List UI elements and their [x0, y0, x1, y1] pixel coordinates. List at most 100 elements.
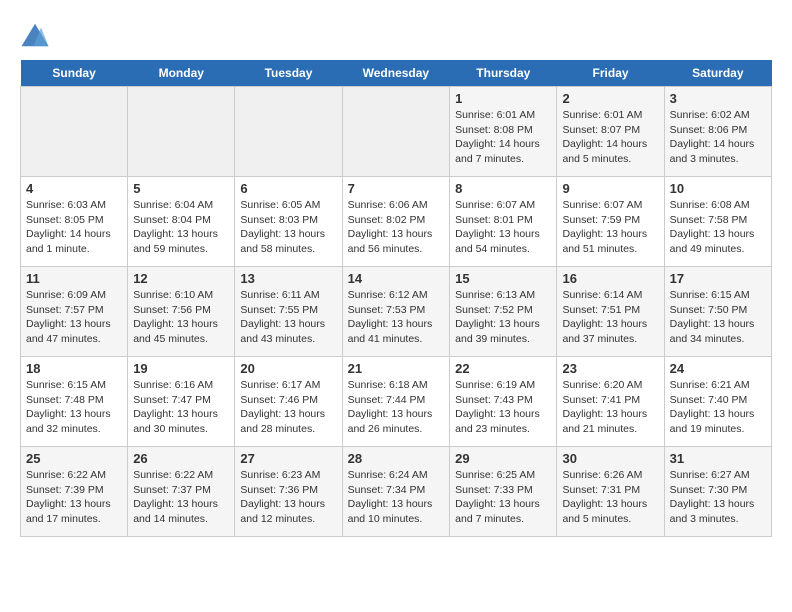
calendar-cell: 10 Sunrise: 6:08 AM Sunset: 7:58 PM Dayli…	[664, 177, 771, 267]
cell-content: Sunrise: 6:25 AM Sunset: 7:33 PM Dayligh…	[455, 468, 551, 527]
calendar-cell: 11 Sunrise: 6:09 AM Sunset: 7:57 PM Dayli…	[21, 267, 128, 357]
cell-content: Sunrise: 6:03 AM Sunset: 8:05 PM Dayligh…	[26, 198, 122, 257]
cell-content: Sunrise: 6:04 AM Sunset: 8:04 PM Dayligh…	[133, 198, 229, 257]
date-number: 17	[670, 271, 766, 286]
cell-content: Sunrise: 6:11 AM Sunset: 7:55 PM Dayligh…	[240, 288, 336, 347]
cell-content: Sunrise: 6:20 AM Sunset: 7:41 PM Dayligh…	[562, 378, 658, 437]
cell-content: Sunrise: 6:08 AM Sunset: 7:58 PM Dayligh…	[670, 198, 766, 257]
date-number: 7	[348, 181, 445, 196]
date-number: 12	[133, 271, 229, 286]
calendar-cell: 25 Sunrise: 6:22 AM Sunset: 7:39 PM Dayli…	[21, 447, 128, 537]
cell-content: Sunrise: 6:23 AM Sunset: 7:36 PM Dayligh…	[240, 468, 336, 527]
cell-content: Sunrise: 6:19 AM Sunset: 7:43 PM Dayligh…	[455, 378, 551, 437]
calendar-cell: 22 Sunrise: 6:19 AM Sunset: 7:43 PM Dayli…	[450, 357, 557, 447]
cell-content: Sunrise: 6:12 AM Sunset: 7:53 PM Dayligh…	[348, 288, 445, 347]
date-number: 30	[562, 451, 658, 466]
calendar-cell: 4 Sunrise: 6:03 AM Sunset: 8:05 PM Daylig…	[21, 177, 128, 267]
cell-content: Sunrise: 6:01 AM Sunset: 8:08 PM Dayligh…	[455, 108, 551, 167]
day-header-wednesday: Wednesday	[342, 60, 450, 87]
date-number: 9	[562, 181, 658, 196]
calendar-cell: 23 Sunrise: 6:20 AM Sunset: 7:41 PM Dayli…	[557, 357, 664, 447]
calendar-cell: 5 Sunrise: 6:04 AM Sunset: 8:04 PM Daylig…	[128, 177, 235, 267]
calendar-cell: 29 Sunrise: 6:25 AM Sunset: 7:33 PM Dayli…	[450, 447, 557, 537]
calendar-cell: 2 Sunrise: 6:01 AM Sunset: 8:07 PM Daylig…	[557, 87, 664, 177]
calendar-cell: 6Sunrise: 6:05 AM Sunset: 8:03 PM Daylig…	[235, 177, 342, 267]
date-number: 23	[562, 361, 658, 376]
calendar-cell	[342, 87, 450, 177]
calendar-cell	[235, 87, 342, 177]
page-header	[20, 20, 772, 50]
calendar-cell: 30 Sunrise: 6:26 AM Sunset: 7:31 PM Dayli…	[557, 447, 664, 537]
day-header-monday: Monday	[128, 60, 235, 87]
calendar-cell: 16 Sunrise: 6:14 AM Sunset: 7:51 PM Dayli…	[557, 267, 664, 357]
date-number: 24	[670, 361, 766, 376]
cell-content: Sunrise: 6:18 AM Sunset: 7:44 PM Dayligh…	[348, 378, 445, 437]
cell-content: Sunrise: 6:07 AM Sunset: 8:01 PM Dayligh…	[455, 198, 551, 257]
date-number: 28	[348, 451, 445, 466]
calendar-header-row: SundayMondayTuesdayWednesdayThursdayFrid…	[21, 60, 772, 87]
date-number: 8	[455, 181, 551, 196]
calendar-week-1: 4 Sunrise: 6:03 AM Sunset: 8:05 PM Daylig…	[21, 177, 772, 267]
date-number: 20	[240, 361, 336, 376]
date-number: 25	[26, 451, 122, 466]
logo	[20, 20, 54, 50]
date-number: 18	[26, 361, 122, 376]
date-number: 13	[240, 271, 336, 286]
calendar-cell: 20Sunrise: 6:17 AM Sunset: 7:46 PM Dayli…	[235, 357, 342, 447]
calendar-cell: 19 Sunrise: 6:16 AM Sunset: 7:47 PM Dayli…	[128, 357, 235, 447]
date-number: 11	[26, 271, 122, 286]
cell-content: Sunrise: 6:05 AM Sunset: 8:03 PM Dayligh…	[240, 198, 336, 257]
calendar-cell: 26 Sunrise: 6:22 AM Sunset: 7:37 PM Dayli…	[128, 447, 235, 537]
cell-content: Sunrise: 6:02 AM Sunset: 8:06 PM Dayligh…	[670, 108, 766, 167]
cell-content: Sunrise: 6:06 AM Sunset: 8:02 PM Dayligh…	[348, 198, 445, 257]
day-header-tuesday: Tuesday	[235, 60, 342, 87]
logo-icon	[20, 20, 50, 50]
calendar-cell: 15 Sunrise: 6:13 AM Sunset: 7:52 PM Dayli…	[450, 267, 557, 357]
calendar-cell: 18 Sunrise: 6:15 AM Sunset: 7:48 PM Dayli…	[21, 357, 128, 447]
cell-content: Sunrise: 6:22 AM Sunset: 7:37 PM Dayligh…	[133, 468, 229, 527]
day-header-saturday: Saturday	[664, 60, 771, 87]
date-number: 2	[562, 91, 658, 106]
calendar-table: SundayMondayTuesdayWednesdayThursdayFrid…	[20, 60, 772, 537]
date-number: 10	[670, 181, 766, 196]
day-header-thursday: Thursday	[450, 60, 557, 87]
cell-content: Sunrise: 6:09 AM Sunset: 7:57 PM Dayligh…	[26, 288, 122, 347]
cell-content: Sunrise: 6:10 AM Sunset: 7:56 PM Dayligh…	[133, 288, 229, 347]
date-number: 19	[133, 361, 229, 376]
cell-content: Sunrise: 6:24 AM Sunset: 7:34 PM Dayligh…	[348, 468, 445, 527]
cell-content: Sunrise: 6:14 AM Sunset: 7:51 PM Dayligh…	[562, 288, 658, 347]
date-number: 16	[562, 271, 658, 286]
calendar-cell: 17Sunrise: 6:15 AM Sunset: 7:50 PM Dayli…	[664, 267, 771, 357]
calendar-cell: 1 Sunrise: 6:01 AM Sunset: 8:08 PM Daylig…	[450, 87, 557, 177]
cell-content: Sunrise: 6:27 AM Sunset: 7:30 PM Dayligh…	[670, 468, 766, 527]
date-number: 4	[26, 181, 122, 196]
cell-content: Sunrise: 6:15 AM Sunset: 7:48 PM Dayligh…	[26, 378, 122, 437]
calendar-cell	[21, 87, 128, 177]
cell-content: Sunrise: 6:22 AM Sunset: 7:39 PM Dayligh…	[26, 468, 122, 527]
calendar-cell: 8 Sunrise: 6:07 AM Sunset: 8:01 PM Daylig…	[450, 177, 557, 267]
calendar-cell: 31 Sunrise: 6:27 AM Sunset: 7:30 PM Dayli…	[664, 447, 771, 537]
cell-content: Sunrise: 6:01 AM Sunset: 8:07 PM Dayligh…	[562, 108, 658, 167]
calendar-cell	[128, 87, 235, 177]
day-header-friday: Friday	[557, 60, 664, 87]
date-number: 15	[455, 271, 551, 286]
date-number: 1	[455, 91, 551, 106]
calendar-week-4: 25 Sunrise: 6:22 AM Sunset: 7:39 PM Dayli…	[21, 447, 772, 537]
date-number: 22	[455, 361, 551, 376]
cell-content: Sunrise: 6:16 AM Sunset: 7:47 PM Dayligh…	[133, 378, 229, 437]
date-number: 29	[455, 451, 551, 466]
calendar-cell: 9Sunrise: 6:07 AM Sunset: 7:59 PM Daylig…	[557, 177, 664, 267]
calendar-week-3: 18 Sunrise: 6:15 AM Sunset: 7:48 PM Dayli…	[21, 357, 772, 447]
calendar-cell: 14 Sunrise: 6:12 AM Sunset: 7:53 PM Dayli…	[342, 267, 450, 357]
calendar-week-0: 1 Sunrise: 6:01 AM Sunset: 8:08 PM Daylig…	[21, 87, 772, 177]
date-number: 31	[670, 451, 766, 466]
calendar-cell: 3Sunrise: 6:02 AM Sunset: 8:06 PM Daylig…	[664, 87, 771, 177]
calendar-week-2: 11 Sunrise: 6:09 AM Sunset: 7:57 PM Dayli…	[21, 267, 772, 357]
calendar-cell: 27Sunrise: 6:23 AM Sunset: 7:36 PM Dayli…	[235, 447, 342, 537]
date-number: 26	[133, 451, 229, 466]
cell-content: Sunrise: 6:13 AM Sunset: 7:52 PM Dayligh…	[455, 288, 551, 347]
date-number: 5	[133, 181, 229, 196]
date-number: 14	[348, 271, 445, 286]
cell-content: Sunrise: 6:26 AM Sunset: 7:31 PM Dayligh…	[562, 468, 658, 527]
calendar-cell: 12 Sunrise: 6:10 AM Sunset: 7:56 PM Dayli…	[128, 267, 235, 357]
